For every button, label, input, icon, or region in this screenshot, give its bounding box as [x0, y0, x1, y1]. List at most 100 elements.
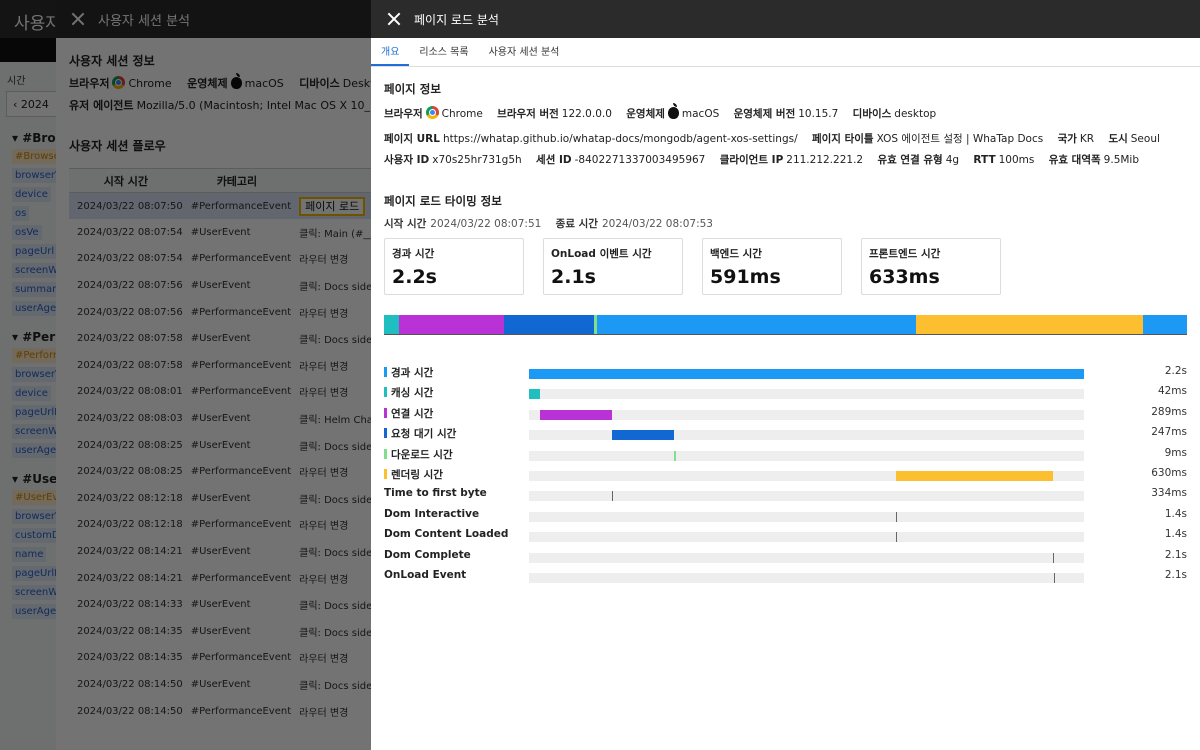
table-row[interactable]: 2024/03/22 08:07:56 #UserEvent 클릭: Docs si…: [69, 272, 371, 299]
field-tag[interactable]: customD: [12, 528, 60, 543]
field-tag[interactable]: userAger: [12, 443, 60, 458]
apple-icon: [230, 73, 242, 89]
row-detail: 클릭: Docs sidebar (nav): [299, 680, 371, 692]
tab-user-session[interactable]: 사용자 세션 분석: [479, 43, 570, 66]
table-row[interactable]: 2024/03/22 08:07:54 #PerformanceEvent 라우터 …: [69, 246, 371, 273]
metric-track: [529, 572, 1084, 583]
chevron-down-icon[interactable]: ▾: [12, 131, 22, 145]
waterfall-segment[interactable]: [504, 315, 594, 334]
waterfall-segment[interactable]: [399, 315, 505, 334]
field-tag[interactable]: #Perform: [12, 348, 60, 363]
waterfall-segment[interactable]: [1142, 315, 1187, 334]
tab-resource-list[interactable]: 리소스 목록: [409, 43, 478, 66]
field-tag[interactable]: #Browse: [12, 149, 60, 164]
column-header-detail[interactable]: [291, 168, 371, 193]
timing-metric-row: Dom Complete 2.1s: [384, 548, 1187, 568]
column-header-start-time[interactable]: 시작 시간: [69, 168, 183, 193]
field-tag[interactable]: screenW: [12, 263, 60, 278]
device-label: 디바이스: [852, 108, 892, 120]
field-tag[interactable]: device: [12, 187, 51, 202]
waterfall-segment[interactable]: [384, 315, 400, 334]
client-ip-value: 211.212.221.2: [786, 154, 864, 166]
metric-label: Dom Interactive: [384, 508, 479, 520]
field-tag[interactable]: pageUrlP: [12, 405, 60, 420]
row-detail: 라우터 변경: [299, 388, 349, 400]
table-row[interactable]: 2024/03/22 08:07:50 #PerformanceEvent 페이지 …: [69, 192, 371, 220]
field-group-header[interactable]: ▾ #Per: [0, 316, 60, 344]
table-row[interactable]: 2024/03/22 08:12:18 #UserEvent 클릭: Docs si…: [69, 485, 371, 512]
metric-marker[interactable]: [1052, 552, 1054, 563]
close-icon[interactable]: [70, 11, 86, 27]
field-tag[interactable]: pageUrlP: [12, 566, 60, 581]
metric-label-text: Dom Complete: [384, 548, 471, 561]
metric-bar[interactable]: [529, 369, 1084, 379]
table-row[interactable]: 2024/03/22 08:14:50 #UserEvent 클릭: Docs si…: [69, 671, 371, 698]
chevron-left-icon[interactable]: ‹: [13, 98, 21, 111]
field-tag[interactable]: osVe: [12, 225, 42, 240]
field-tag[interactable]: screenW: [12, 585, 60, 600]
table-row[interactable]: 2024/03/22 08:07:54 #UserEvent 클릭: Main (#…: [69, 219, 371, 246]
field-group-header[interactable]: ▾ #Use: [0, 458, 60, 486]
field-tag[interactable]: summary: [12, 282, 60, 297]
table-row[interactable]: 2024/03/22 08:14:21 #PerformanceEvent 라우터 …: [69, 565, 371, 592]
tab-overview[interactable]: 개요: [371, 43, 410, 66]
table-row[interactable]: 2024/03/22 08:08:01 #PerformanceEvent 라우터 …: [69, 379, 371, 406]
metric-marker[interactable]: [895, 511, 897, 522]
card-value: 2.1s: [551, 266, 596, 288]
page-load-highlight[interactable]: 페이지 로드: [299, 197, 366, 217]
field-tag[interactable]: browserV: [12, 509, 60, 524]
row-start-time: 2024/03/22 08:12:18: [77, 519, 183, 531]
session-analysis-panel: 사용자 세션 분석 사용자 세션 정보 브라우저 Chrome 운영체제 macOS…: [56, 0, 371, 750]
field-tag[interactable]: pageUrl: [12, 244, 58, 259]
row-start-time: 2024/03/22 08:08:25: [77, 466, 183, 478]
field-group-header[interactable]: ▾ #Bro: [0, 117, 60, 145]
page-url-value[interactable]: https://whatap.github.io/whatap-docs/mon…: [443, 133, 798, 145]
field-tag[interactable]: browserV: [12, 168, 60, 183]
field-tag[interactable]: os: [12, 206, 30, 221]
field-tag[interactable]: userAger: [12, 604, 60, 619]
table-row[interactable]: 2024/03/22 08:07:58 #UserEvent 클릭: Docs si…: [69, 325, 371, 352]
table-row[interactable]: 2024/03/22 08:14:33 #UserEvent 클릭: Docs si…: [69, 591, 371, 618]
field-tag[interactable]: screenW: [12, 424, 60, 439]
metric-bar[interactable]: [612, 430, 674, 441]
waterfall-segment[interactable]: [915, 315, 1143, 334]
metric-label: Time to first byte: [384, 487, 487, 499]
metric-bar[interactable]: [896, 470, 1054, 481]
field-tag[interactable]: #UserEv: [12, 490, 60, 505]
waterfall-segment[interactable]: [596, 315, 916, 334]
date-picker[interactable]: ‹ 2024: [6, 91, 60, 117]
field-tag[interactable]: name: [12, 547, 47, 562]
row-category: #PerformanceEvent: [190, 466, 292, 478]
chevron-down-icon[interactable]: ▾: [12, 330, 22, 344]
chevron-down-icon[interactable]: ▾: [12, 472, 22, 486]
table-row[interactable]: 2024/03/22 08:14:35 #UserEvent 클릭: Docs si…: [69, 618, 371, 645]
table-row[interactable]: 2024/03/22 08:07:56 #PerformanceEvent 라우터 …: [69, 299, 371, 326]
column-header-category[interactable]: 카테고리: [182, 168, 292, 193]
table-row[interactable]: 2024/03/22 08:07:58 #PerformanceEvent 라우터 …: [69, 352, 371, 379]
background-app: 사용자 시간 ‹ 2024 ▾ #Bro #Browse browserV devic…: [0, 0, 60, 750]
row-detail: 클릭: Docs sidebar (nav): [299, 601, 371, 613]
row-category: #PerformanceEvent: [190, 652, 292, 664]
backend-time-card: 백엔드 시간 591ms: [702, 238, 842, 295]
metric-bar[interactable]: [539, 409, 613, 420]
table-row[interactable]: 2024/03/22 08:14:35 #PerformanceEvent 라우터 …: [69, 645, 371, 672]
detail-panel-title: 페이지 로드 분석: [414, 12, 499, 27]
table-row[interactable]: 2024/03/22 08:14:21 #UserEvent 클릭: Docs si…: [69, 538, 371, 565]
metric-bar[interactable]: [673, 450, 677, 461]
table-row[interactable]: 2024/03/22 08:12:18 #PerformanceEvent 라우터 …: [69, 512, 371, 539]
table-row[interactable]: 2024/03/22 08:08:03 #UserEvent 클릭: Helm Ch…: [69, 405, 371, 432]
table-row[interactable]: 2024/03/22 08:08:25 #PerformanceEvent 라우터 …: [69, 458, 371, 485]
close-icon[interactable]: [386, 11, 402, 27]
table-row[interactable]: 2024/03/22 08:08:25 #UserEvent 클릭: Docs si…: [69, 432, 371, 459]
metric-marker[interactable]: [1054, 572, 1056, 583]
field-tag[interactable]: device: [12, 386, 51, 401]
field-tag[interactable]: browserV: [12, 367, 60, 382]
row-start-time: 2024/03/22 08:14:35: [77, 625, 183, 637]
end-time-value: 2024/03/22 08:07:53: [601, 218, 713, 230]
metric-label-text: Dom Interactive: [384, 507, 480, 520]
table-row[interactable]: 2024/03/22 08:14:50 #PerformanceEvent 라우터 …: [69, 698, 371, 725]
metric-marker[interactable]: [611, 491, 613, 502]
metric-marker[interactable]: [895, 532, 897, 543]
field-tag[interactable]: userAger: [12, 301, 60, 316]
metric-bar[interactable]: [529, 389, 540, 400]
